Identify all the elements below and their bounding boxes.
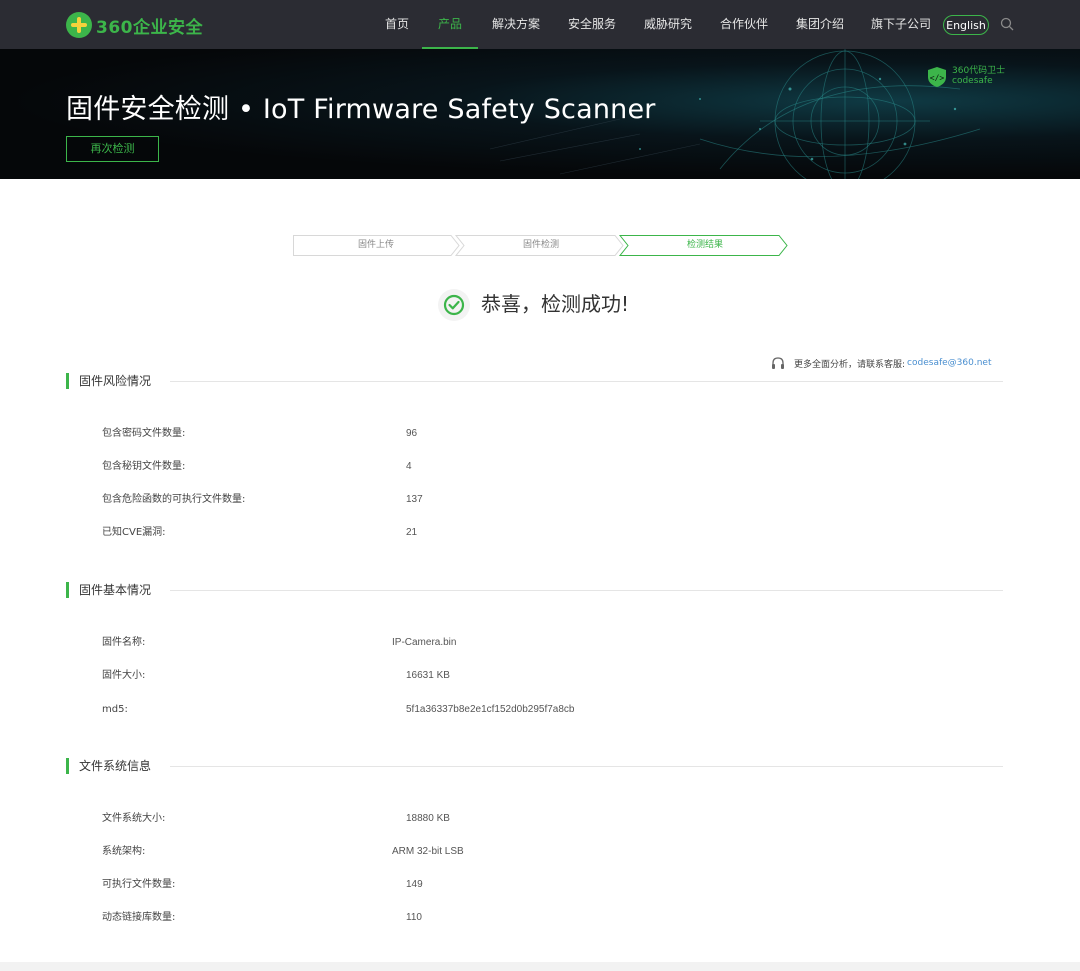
step-upload: 固件上传 xyxy=(357,240,394,250)
step-result: 检测结果 xyxy=(686,240,723,250)
field-label: 包含秘钥文件数量: xyxy=(102,461,186,472)
company-logo[interactable]: 360企业安全 xyxy=(66,12,203,38)
retest-button[interactable]: 再次检测 xyxy=(66,136,159,162)
nav-item-about-group[interactable]: 集团介绍 xyxy=(796,0,844,49)
svg-text:</>: </> xyxy=(930,74,945,83)
field-label: 动态链接库数量: xyxy=(102,912,176,923)
field-value: 21 xyxy=(406,527,418,538)
codesafe-shield-icon: </> xyxy=(928,67,946,87)
check-circle-icon xyxy=(438,289,470,321)
field-value: IP-Camera.bin xyxy=(392,637,457,648)
field-value: 110 xyxy=(406,912,422,923)
field-value: 18880 KB xyxy=(406,813,450,824)
section-title: 固件基本情况 xyxy=(79,583,152,597)
field-label: 包含密码文件数量: xyxy=(102,428,186,439)
nav-item-products[interactable]: 产品 xyxy=(421,0,479,49)
field-value: 137 xyxy=(406,494,423,505)
section-accent-bar xyxy=(66,758,69,774)
field-label: md5: xyxy=(102,704,128,715)
field-value: 4 xyxy=(406,461,412,472)
nav-item-threat-research[interactable]: 威胁研究 xyxy=(644,0,692,49)
section-divider xyxy=(170,381,1003,382)
footer-strip xyxy=(0,962,1080,971)
field-value: 5f1a36337b8e2e1cf152d0b295f7a8cb xyxy=(406,704,575,715)
logo-plus-icon xyxy=(66,12,92,38)
nav-item-security-services[interactable]: 安全服务 xyxy=(568,0,616,49)
nav-item-home[interactable]: 首页 xyxy=(385,0,409,49)
progress-steps: 固件上传 固件检测 检测结果 xyxy=(293,235,788,256)
field-value: 96 xyxy=(406,428,418,439)
hero-banner: 固件安全检测 • IoT Firmware Safety Scanner 再次检… xyxy=(0,49,1080,179)
section-divider xyxy=(170,590,1003,591)
search-icon[interactable] xyxy=(1000,17,1014,31)
field-value: ARM 32-bit LSB xyxy=(392,846,464,857)
codesafe-brand: 360代码卫士 codesafe xyxy=(952,66,1005,86)
top-nav: 360企业安全 首页 产品 解决方案 安全服务 威胁研究 合作伙伴 集团介绍 旗… xyxy=(0,0,1080,49)
section-title: 固件风险情况 xyxy=(79,374,152,388)
section-accent-bar xyxy=(66,582,69,598)
field-label: 固件名称: xyxy=(102,637,146,648)
step-scan: 固件检测 xyxy=(522,240,559,250)
contact-text: 更多全面分析，请联系客服: xyxy=(794,359,906,370)
field-value: 16631 KB xyxy=(406,670,450,681)
field-label: 包含危险函数的可执行文件数量: xyxy=(102,494,246,505)
contact-info: 更多全面分析，请联系客服: codesafe@360.net xyxy=(770,354,991,372)
nav-item-solutions[interactable]: 解决方案 xyxy=(492,0,540,49)
field-label: 可执行文件数量: xyxy=(102,879,176,890)
headset-icon xyxy=(772,357,784,369)
field-label: 系统架构: xyxy=(102,846,146,857)
section-title: 文件系统信息 xyxy=(79,759,152,773)
codesafe-subname: codesafe xyxy=(952,76,993,86)
field-label: 固件大小: xyxy=(102,670,146,681)
nav-item-subsidiaries[interactable]: 旗下子公司 xyxy=(871,0,931,49)
field-value: 149 xyxy=(406,879,423,890)
success-message: 恭喜，检测成功! xyxy=(481,292,630,316)
page-title: 固件安全检测 • IoT Firmware Safety Scanner xyxy=(66,94,656,125)
english-language-button[interactable]: English xyxy=(943,15,989,35)
nav-item-partners[interactable]: 合作伙伴 xyxy=(720,0,768,49)
logo-text: 360企业安全 xyxy=(96,17,203,38)
field-label: 文件系统大小: xyxy=(102,813,166,824)
contact-email-link[interactable]: codesafe@360.net xyxy=(907,358,991,368)
section-accent-bar xyxy=(66,373,69,389)
codesafe-name: 360代码卫士 xyxy=(952,66,1006,76)
section-divider xyxy=(170,766,1003,767)
field-label: 已知CVE漏洞: xyxy=(102,527,166,538)
